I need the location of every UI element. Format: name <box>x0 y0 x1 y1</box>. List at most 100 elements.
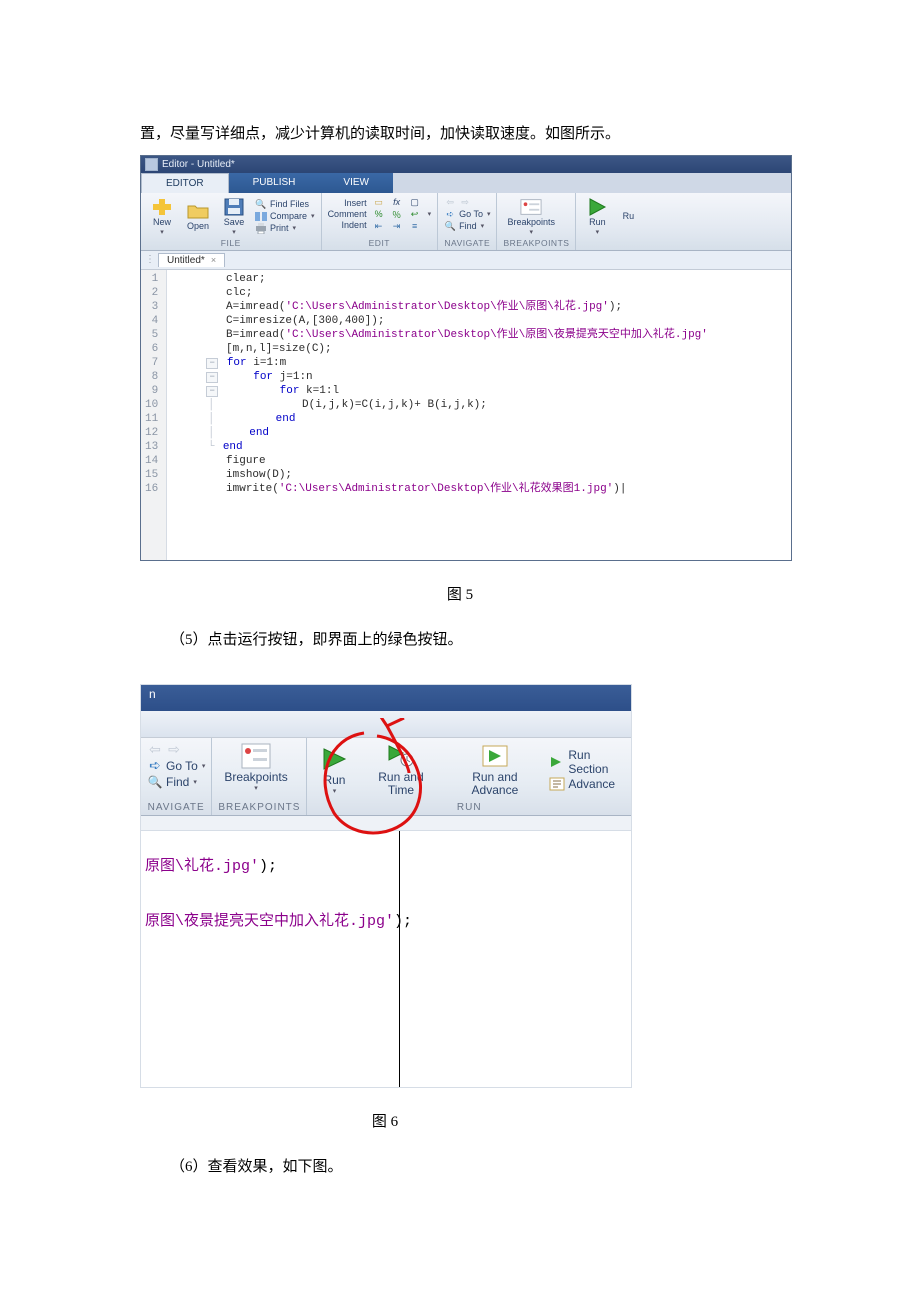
group-run: Run ▾ Ru <box>576 193 644 250</box>
nav-arrows[interactable]: ⇦ ⇨ <box>147 742 205 757</box>
indent-row[interactable]: Indent <box>342 220 367 230</box>
fig6-header: n <box>141 685 631 711</box>
body-paragraph: 置，尽量写详细点，减少计算机的读取时间，加快读取速度。如图所示。 <box>140 120 780 149</box>
find-button[interactable]: 🔍 Find ▾ <box>444 221 490 232</box>
close-icon[interactable]: × <box>211 255 216 265</box>
chevron-down-icon: ▾ <box>160 228 164 236</box>
file-tab-label: Untitled* <box>167 255 205 266</box>
group-file: New ▾ Open Save ▾ <box>141 193 322 250</box>
file-quick-list: 🔍 Find Files Compare ▾ <box>255 199 315 234</box>
goto-icon: ➪ <box>444 209 456 220</box>
text-cursor <box>399 831 400 1087</box>
insert-row[interactable]: Insert <box>344 198 367 208</box>
wrap-icon[interactable]: ↩ <box>409 209 421 220</box>
play-icon <box>586 197 608 217</box>
code-area[interactable]: 1 2 3 4 5 6 7 8 9 10 11 12 13 14 15 16 c… <box>141 270 791 560</box>
page-icon[interactable]: ▢ <box>409 197 421 208</box>
toolstrip: New ▾ Open Save ▾ <box>141 193 791 251</box>
line-gutter: 1 2 3 4 5 6 7 8 9 10 11 12 13 14 15 16 <box>141 270 167 560</box>
play-advance-icon <box>480 742 510 770</box>
edit-labels: Insert Comment Indent <box>328 198 367 230</box>
chevron-down-icon: ▾ <box>293 224 297 232</box>
fx-icon[interactable]: fx <box>391 197 403 208</box>
save-button[interactable]: Save ▾ <box>219 197 249 236</box>
open-button[interactable]: Open <box>183 201 213 231</box>
file-tab-bar: ⋮ Untitled* × <box>141 251 791 270</box>
goto-button[interactable]: ➪ Go To ▾ <box>147 758 205 773</box>
fig6-toolstrip: ⇦ ⇨ ➪ Go To ▾ 🔍 Find ▾ <box>141 738 631 816</box>
run-section-button[interactable]: Run Section <box>549 748 625 776</box>
group-label-breakpoints: BREAKPOINTS <box>218 799 300 813</box>
group-edit: Insert Comment Indent ▭ % ⇤ fx ％ ⇥ <box>322 193 439 250</box>
compare-icon <box>255 211 267 222</box>
matlab-editor-screenshot: Editor - Untitled* EDITOR PUBLISH VIEW N… <box>140 155 792 561</box>
find-button[interactable]: 🔍 Find ▾ <box>147 774 205 789</box>
breakpoints-icon <box>241 742 271 770</box>
nav-arrows[interactable]: ⇦ ⇨ <box>444 197 490 208</box>
run-and-time-button[interactable]: Run and Time <box>361 742 440 797</box>
compare-button[interactable]: Compare ▾ <box>255 211 315 222</box>
chevron-down-icon: ▾ <box>487 210 491 218</box>
magnifier-icon: 🔍 <box>255 199 267 210</box>
chevron-down-icon: ▾ <box>596 228 600 236</box>
play-clock-icon <box>386 742 416 770</box>
fig6-code-area[interactable]: 原图\礼花.jpg'); 原图\夜景提亮天空中加入礼花.jpg'); <box>141 831 631 1087</box>
group-label-breakpoints: BREAKPOINTS <box>503 238 569 248</box>
breakpoints-button[interactable]: Breakpoints ▾ <box>218 742 293 792</box>
tab-editor[interactable]: EDITOR <box>141 173 229 193</box>
toolstrip-tabs: EDITOR PUBLISH VIEW <box>141 173 791 193</box>
disk-icon <box>223 197 245 217</box>
folder-icon <box>187 201 209 221</box>
fold-icon[interactable]: − <box>206 386 218 397</box>
chevron-down-icon: ▾ <box>254 784 258 792</box>
new-button[interactable]: New ▾ <box>147 197 177 236</box>
indent-right-icon[interactable]: ⇥ <box>391 221 403 232</box>
play-section-icon <box>549 754 565 769</box>
fwd-icon: ⇨ <box>166 742 182 757</box>
fold-icon[interactable]: − <box>206 358 218 369</box>
back-icon: ⇦ <box>147 742 163 757</box>
find-files-button[interactable]: 🔍 Find Files <box>255 199 315 210</box>
fig6-group-breakpoints: Breakpoints ▾ BREAKPOINTS <box>212 738 307 815</box>
editor-icon <box>145 158 158 171</box>
smart-indent-icon[interactable]: ≡ <box>409 221 421 232</box>
tab-publish[interactable]: PUBLISH <box>229 173 320 193</box>
advance-button[interactable]: Advance <box>549 777 625 792</box>
step5-text: （5）点击运行按钮，即界面上的绿色按钮。 <box>140 626 780 655</box>
run-button[interactable]: Run ▾ <box>582 197 612 236</box>
goto-button[interactable]: ➪ Go To ▾ <box>444 209 490 220</box>
chevron-down-icon: ▾ <box>202 762 206 770</box>
code-body[interactable]: clear; clc; A=imread('C:\Users\Administr… <box>167 270 714 560</box>
indent-left-icon[interactable]: ⇤ <box>373 221 385 232</box>
tab-view[interactable]: VIEW <box>319 173 393 193</box>
comment-row[interactable]: Comment <box>328 209 367 219</box>
chevron-down-icon: ▾ <box>193 778 197 786</box>
group-label-navigate: NAVIGATE <box>147 799 205 813</box>
section-icon[interactable]: ▭ <box>373 197 385 208</box>
fold-icon[interactable]: − <box>206 372 218 383</box>
file-tab[interactable]: Untitled* × <box>158 253 225 267</box>
fig6-group-run: Run ▾ Run and Time Run and Advance <box>307 738 631 815</box>
run-button-cut[interactable]: Ru <box>618 212 638 221</box>
play-icon <box>319 745 349 773</box>
print-button[interactable]: Print ▾ <box>255 223 315 234</box>
chevron-down-icon[interactable]: ▾ <box>428 210 432 218</box>
magnifier-icon: 🔍 <box>147 774 163 789</box>
fwd-icon: ⇨ <box>459 197 471 208</box>
plus-icon <box>151 197 173 217</box>
breakpoints-button[interactable]: Breakpoints ▾ <box>503 197 559 236</box>
percent-icon[interactable]: % <box>373 209 385 220</box>
run-and-advance-button[interactable]: Run and Advance <box>446 742 543 797</box>
advance-icon <box>549 777 565 792</box>
magnifier-icon: 🔍 <box>444 221 456 232</box>
uncomment-icon[interactable]: ％ <box>391 209 403 220</box>
group-label-run: RUN <box>313 799 625 813</box>
chevron-down-icon: ▾ <box>232 228 236 236</box>
printer-icon <box>255 223 267 234</box>
dropdown-icon[interactable]: ⋮ <box>145 254 155 265</box>
figure6-caption: 图 6 <box>140 1110 630 1131</box>
group-label-file: FILE <box>147 238 315 248</box>
back-icon: ⇦ <box>444 197 456 208</box>
step6-text: （6）查看效果，如下图。 <box>140 1153 780 1182</box>
run-button[interactable]: Run ▾ <box>313 745 355 795</box>
